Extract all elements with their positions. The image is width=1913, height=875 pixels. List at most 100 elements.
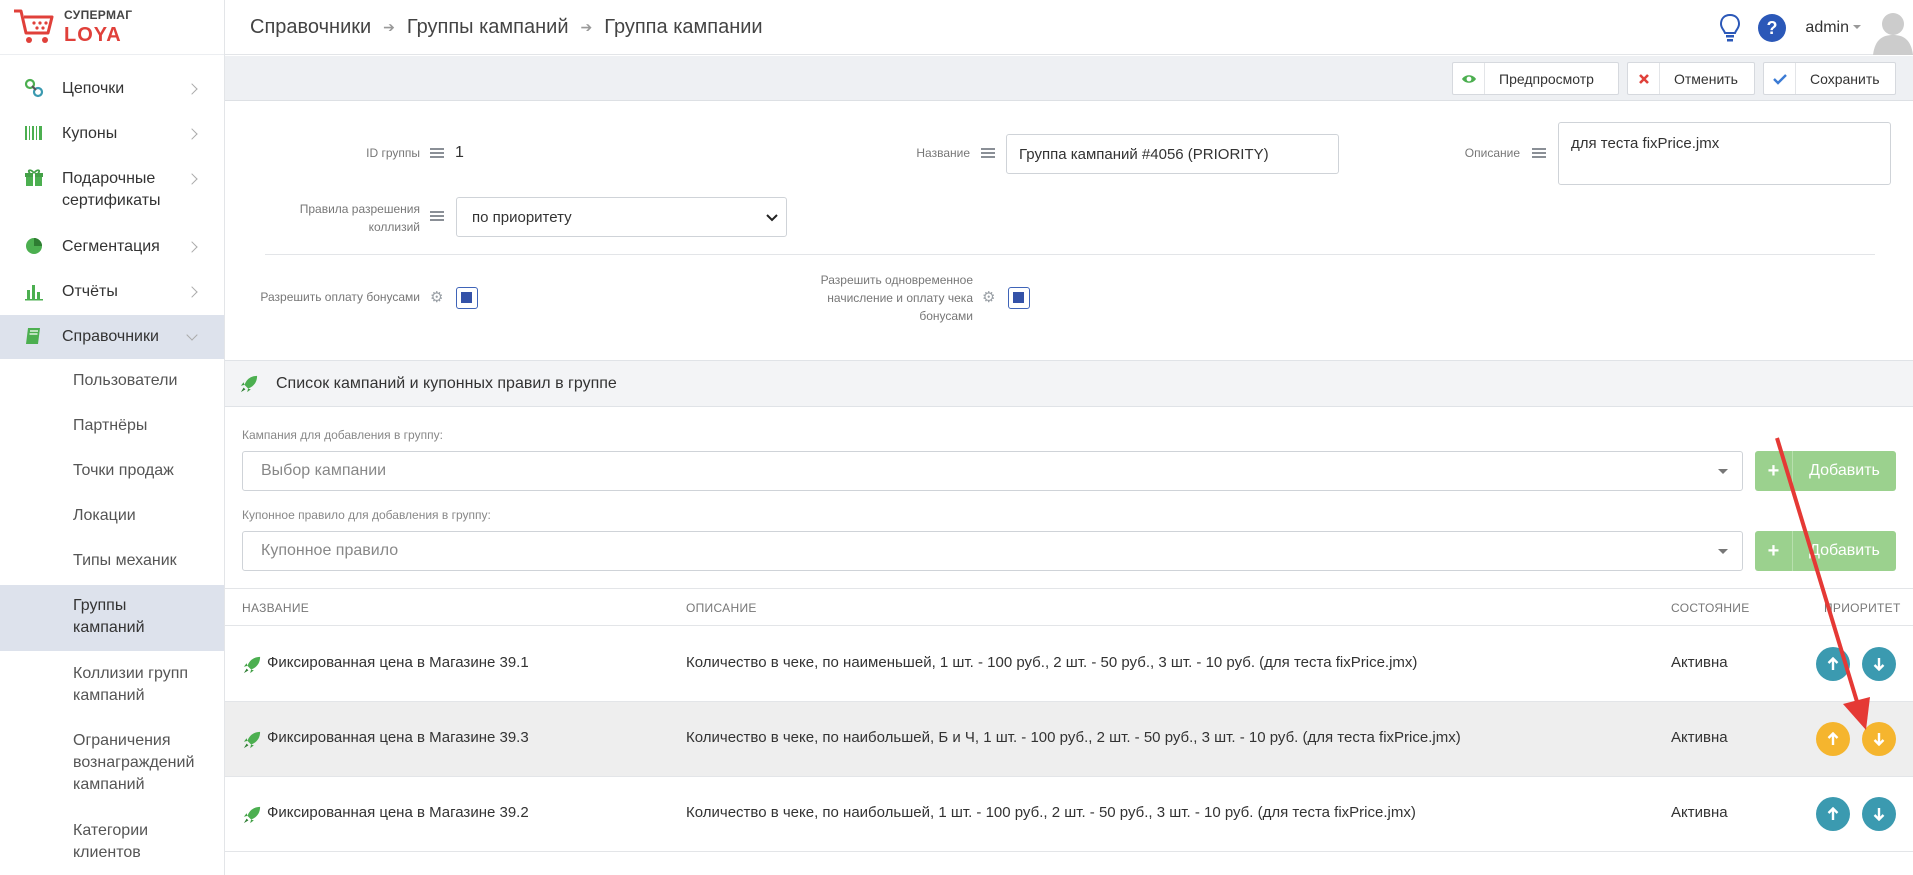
sidebar-item-label: Купоны <box>62 125 118 142</box>
lightbulb-icon[interactable] <box>1719 13 1741 43</box>
save-button[interactable]: Сохранить <box>1763 62 1896 95</box>
gear-icon[interactable]: ⚙ <box>982 288 995 306</box>
rocket-icon <box>243 656 261 674</box>
priority-down-button[interactable] <box>1862 797 1896 831</box>
book-icon <box>26 328 40 344</box>
caret-down-icon <box>1718 549 1728 554</box>
chevron-right-icon <box>186 83 198 95</box>
sidebar-subitem-label: Пользователи <box>73 372 178 389</box>
row-name[interactable]: Фиксированная цена в Магазине 39.2 <box>267 804 529 821</box>
chevron-right-icon <box>186 128 198 140</box>
group-id-label: ID группы <box>366 146 420 160</box>
sidebar-subitem-client-categories[interactable]: Категории клиентов <box>0 820 224 866</box>
gift-icon <box>25 169 43 186</box>
breadcrumb-item[interactable]: Справочники <box>250 16 371 39</box>
sidebar-item-label: Сегментация <box>62 238 160 255</box>
arrow-up-icon <box>1827 732 1839 745</box>
sidebar-subitem-label: Категории клиентов <box>73 822 149 861</box>
chevron-down-icon <box>186 329 198 341</box>
sidebar-item-label: Отчёты <box>62 283 118 300</box>
coupon-rule-select[interactable]: Купонное правило <box>242 531 1743 571</box>
table-row[interactable]: Фиксированная цена в Магазине 39.1 Колич… <box>225 627 1913 702</box>
row-name[interactable]: Фиксированная цена в Магазине 39.1 <box>267 654 529 671</box>
toolbar: Предпросмотр Отменить Сохранить <box>225 56 1913 101</box>
sidebar-subitem-group-collisions[interactable]: Коллизии групп кампаний <box>0 663 224 709</box>
column-header-status[interactable]: СОСТОЯНИЕ <box>1671 601 1750 615</box>
chain-icon <box>24 78 44 98</box>
row-name[interactable]: Фиксированная цена в Магазине 39.3 <box>267 729 529 746</box>
sidebar: СУПЕРМАГ LOYA Цепочки Купоны Подарочные … <box>0 0 225 875</box>
gear-icon[interactable]: ⚙ <box>430 288 443 306</box>
sidebar-item-reports[interactable]: Отчёты <box>0 281 224 303</box>
add-campaign-button[interactable]: + Добавить <box>1755 451 1896 491</box>
preview-label: Предпросмотр <box>1499 70 1594 87</box>
sidebar-item-chains[interactable]: Цепочки <box>0 78 224 100</box>
sidebar-item-references[interactable]: Справочники <box>0 315 224 359</box>
sidebar-subitem-partners[interactable]: Партнёры <box>0 415 224 439</box>
avatar[interactable] <box>1873 9 1913 55</box>
breadcrumb: Справочники ➔ Группы кампаний ➔ Группа к… <box>250 16 763 39</box>
sidebar-item-label: Цепочки <box>62 80 125 97</box>
preview-button[interactable]: Предпросмотр <box>1452 62 1619 95</box>
sidebar-subitem-locations[interactable]: Локации <box>0 505 224 529</box>
arrow-right-icon: ➔ <box>580 18 593 35</box>
arrow-down-icon <box>1873 733 1885 746</box>
priority-up-button[interactable] <box>1816 647 1850 681</box>
campaign-select[interactable]: Выбор кампании <box>242 451 1743 491</box>
name-label: Название <box>916 146 970 160</box>
sidebar-subitem-label: Точки продаж <box>73 462 174 479</box>
priority-down-button[interactable] <box>1862 647 1896 681</box>
name-input[interactable]: Группа кампаний #4056 (PRIORITY) <box>1006 134 1339 174</box>
section-title: Список кампаний и купонных правил в груп… <box>276 374 617 392</box>
sidebar-subitem-mechanic-types[interactable]: Типы механик <box>0 550 224 574</box>
table-header: НАЗВАНИЕ ОПИСАНИЕ СОСТОЯНИЕ ПРИОРИТЕТ <box>225 588 1913 626</box>
column-header-name[interactable]: НАЗВАНИЕ <box>242 601 309 615</box>
sidebar-item-label: Подарочные сертификаты <box>62 170 161 209</box>
priority-up-button[interactable] <box>1816 722 1850 756</box>
add-campaign-label: Добавить <box>1809 462 1880 479</box>
sidebar-subitem-points-of-sale[interactable]: Точки продаж <box>0 460 224 484</box>
rocket-icon <box>243 731 261 749</box>
arrow-up-icon <box>1827 657 1839 670</box>
sidebar-item-gift-certificates[interactable]: Подарочные сертификаты <box>0 168 224 212</box>
priority-up-button[interactable] <box>1816 797 1850 831</box>
save-label: Сохранить <box>1810 70 1880 87</box>
user-name: admin <box>1805 18 1849 36</box>
caret-down-icon <box>1718 469 1728 474</box>
form-divider <box>265 254 1875 255</box>
add-coupon-rule-button[interactable]: + Добавить <box>1755 531 1896 571</box>
help-icon[interactable]: ? <box>1757 13 1787 43</box>
column-header-description[interactable]: ОПИСАНИЕ <box>686 601 757 615</box>
plus-icon: + <box>1755 451 1793 491</box>
chevron-right-icon <box>186 173 198 185</box>
campaign-list-section-header: Список кампаний и купонных правил в груп… <box>225 360 1913 407</box>
campaign-select-placeholder: Выбор кампании <box>261 462 387 479</box>
collision-rules-select[interactable]: по приоритету <box>456 197 787 237</box>
row-status: Активна <box>1671 729 1728 746</box>
plus-icon: + <box>1755 531 1793 571</box>
table-row[interactable]: Фиксированная цена в Магазине 39.2 Колич… <box>225 777 1913 852</box>
priority-down-button[interactable] <box>1862 722 1896 756</box>
logo[interactable]: СУПЕРМАГ LOYA <box>0 0 224 55</box>
arrow-down-icon <box>1873 808 1885 821</box>
sidebar-subitem-campaign-groups[interactable]: Группы кампаний <box>0 585 224 651</box>
sidebar-subitem-label: Локации <box>73 507 136 524</box>
chevron-down-icon <box>766 214 778 222</box>
allow-simultaneous-label: Разрешить одновременное начисление и опл… <box>820 273 973 323</box>
sidebar-subitem-users[interactable]: Пользователи <box>0 370 224 394</box>
table-row[interactable]: Фиксированная цена в Магазине 39.3 Колич… <box>225 702 1913 777</box>
allow-bonus-checkbox[interactable] <box>456 287 478 309</box>
cancel-label: Отменить <box>1674 70 1738 87</box>
row-status: Активна <box>1671 654 1728 671</box>
logo-top-text: СУПЕРМАГ <box>64 8 133 22</box>
column-header-priority[interactable]: ПРИОРИТЕТ <box>1824 601 1901 615</box>
breadcrumb-item[interactable]: Группы кампаний <box>407 16 569 39</box>
user-menu[interactable]: admin <box>1805 19 1861 37</box>
sidebar-item-coupons[interactable]: Купоны <box>0 123 224 145</box>
sidebar-subitem-reward-limits[interactable]: Ограничения вознаграждений кампаний <box>0 730 224 798</box>
cancel-button[interactable]: Отменить <box>1627 62 1755 95</box>
sidebar-item-segmentation[interactable]: Сегментация <box>0 236 224 258</box>
breadcrumb-item-current: Группа кампании <box>604 15 763 38</box>
allow-simultaneous-checkbox[interactable] <box>1008 287 1030 309</box>
description-textarea[interactable]: для теста fixPrice.jmx <box>1558 122 1891 185</box>
